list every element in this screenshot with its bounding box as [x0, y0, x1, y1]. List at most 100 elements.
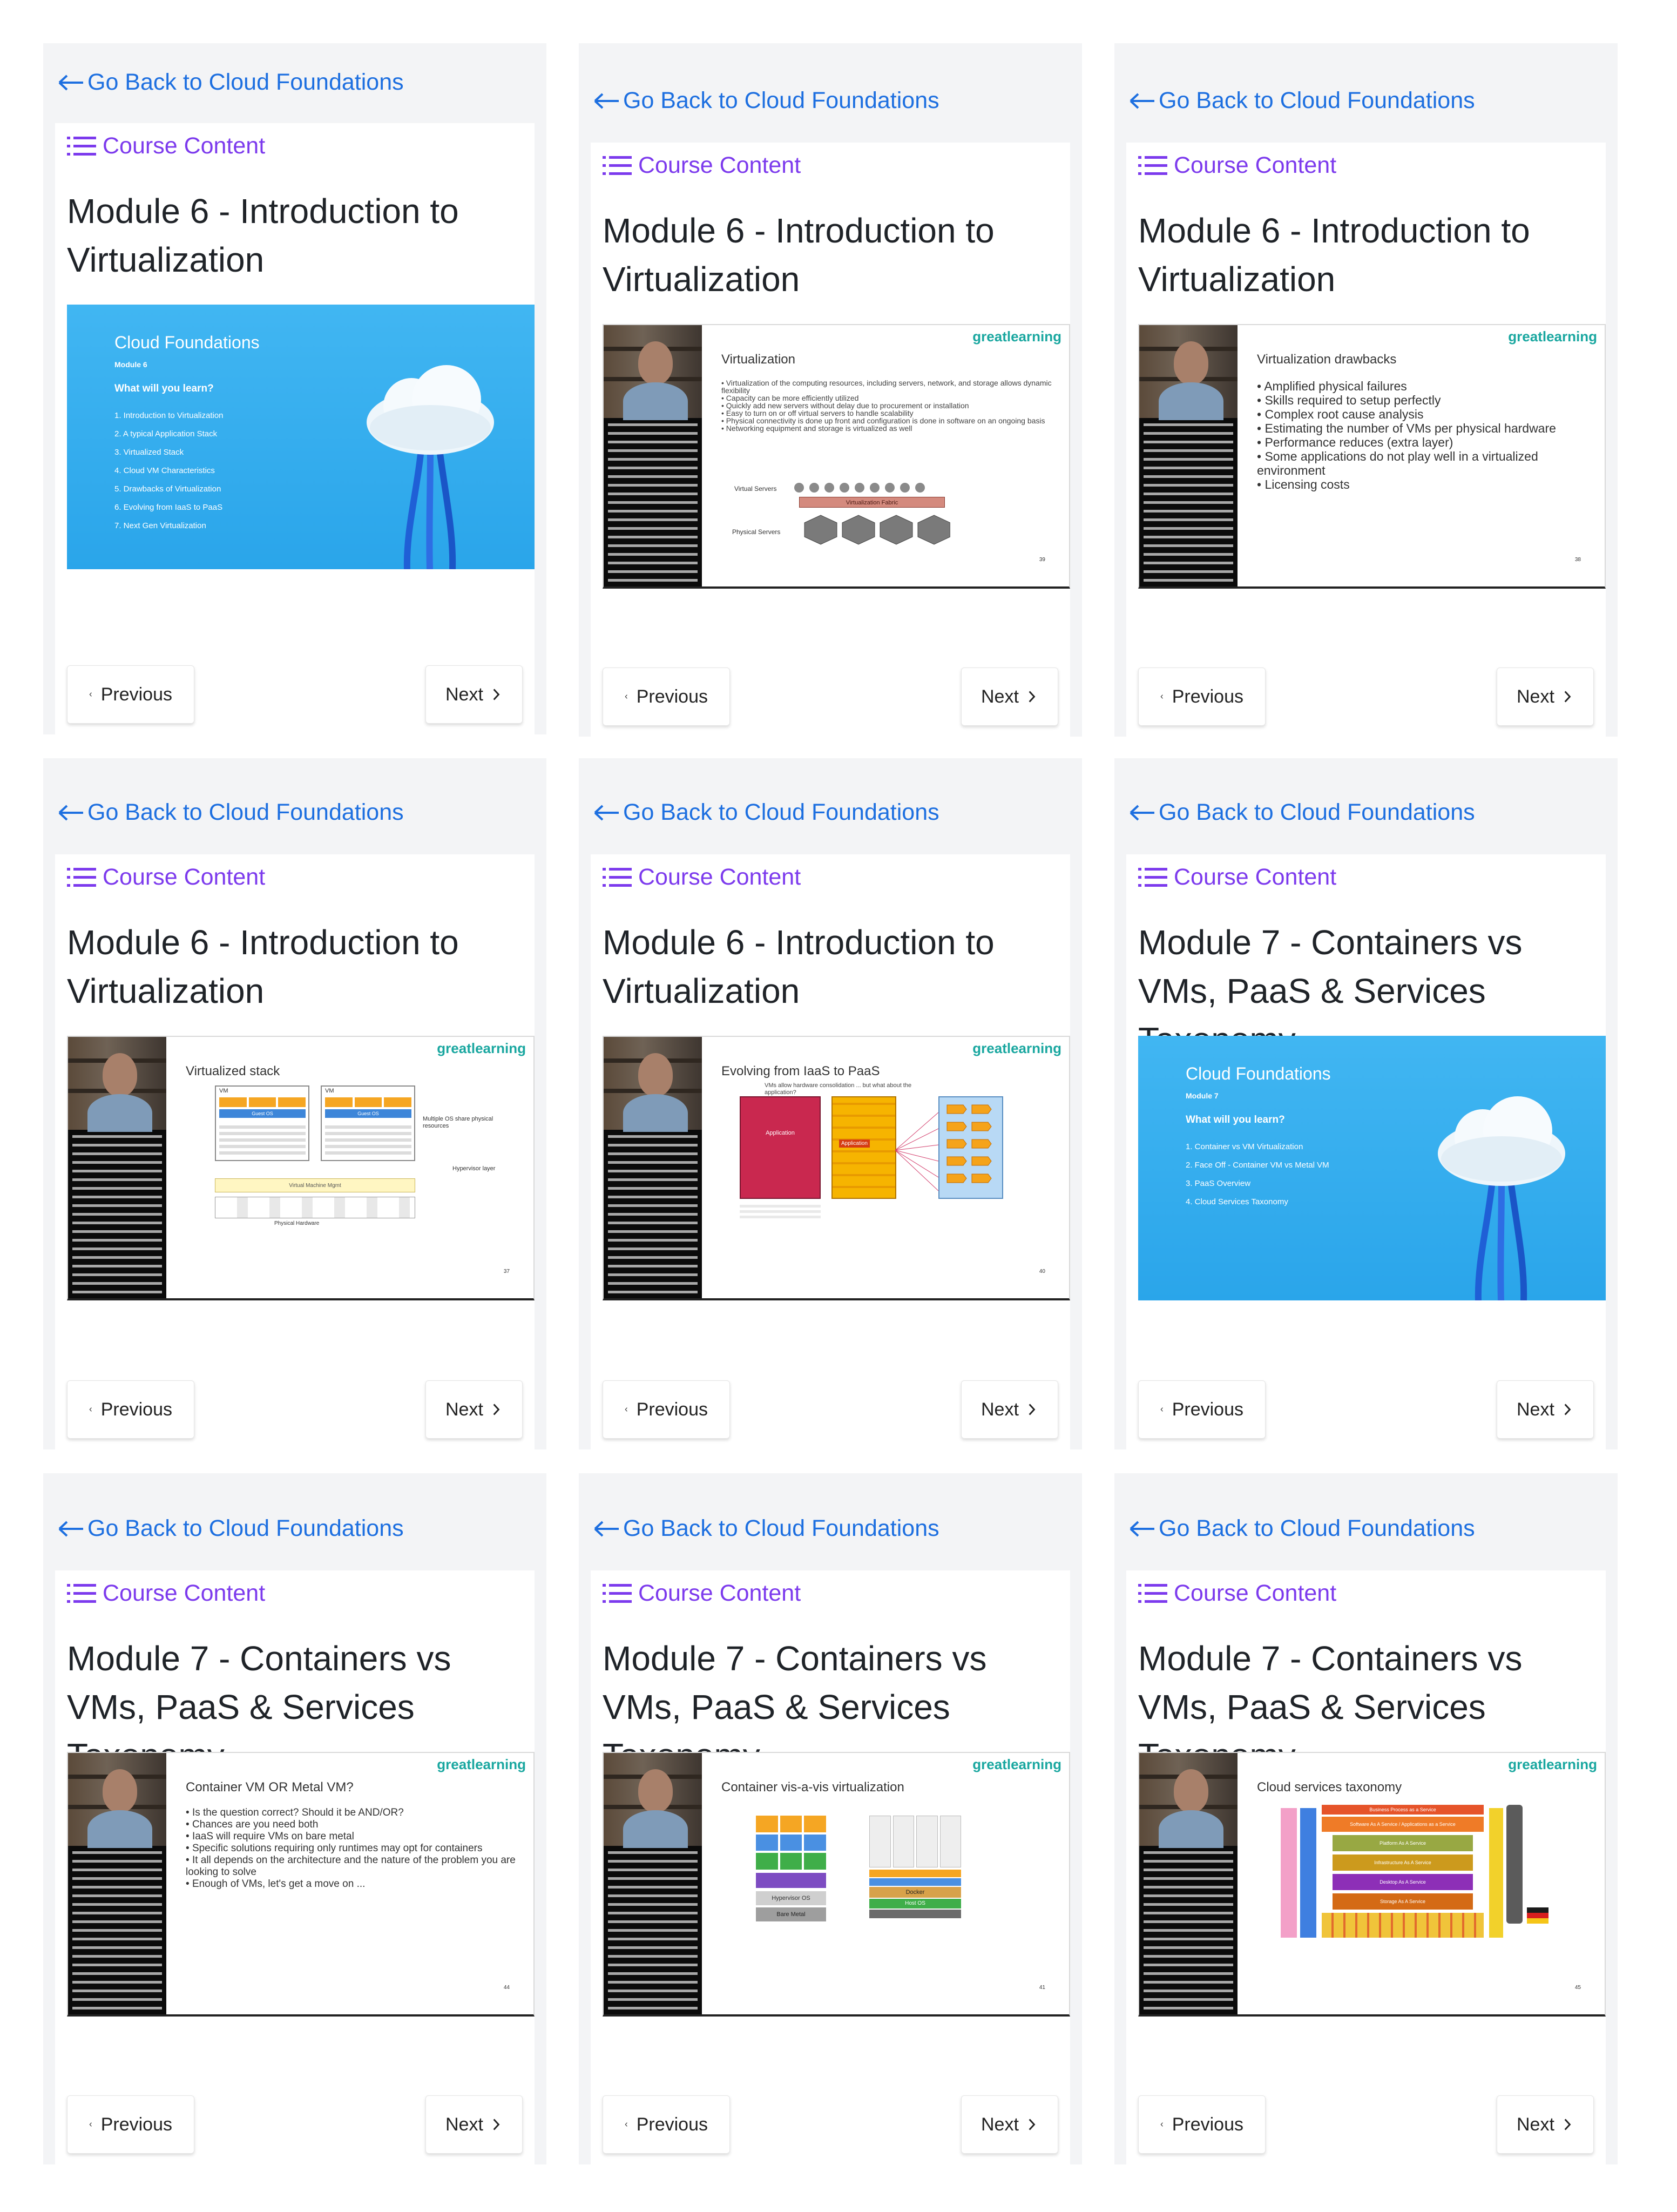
next-button[interactable]: Next: [425, 665, 523, 724]
slide-heading: Container VM OR Metal VM?: [186, 1780, 354, 1795]
previous-button[interactable]: Previous: [603, 1380, 730, 1439]
back-to-course-link[interactable]: Go Back to Cloud Foundations: [1128, 87, 1475, 114]
next-button[interactable]: Next: [961, 667, 1058, 726]
lecture-slide[interactable]: greatlearning Virtualized stack VM Guest…: [67, 1036, 535, 1300]
slide-page-number: 39: [1039, 557, 1045, 563]
course-content-label: Course Content: [1174, 152, 1337, 178]
next-button[interactable]: Next: [1497, 667, 1594, 726]
lesson-panel-4: Go Back to Cloud Foundations Course Cont…: [43, 758, 546, 1449]
slide-heading: Cloud services taxonomy: [1257, 1780, 1402, 1795]
course-content-link[interactable]: Course Content: [67, 864, 265, 891]
lecture-slide[interactable]: greatlearning Container VM OR Metal VM? …: [67, 1752, 535, 2017]
chevron-left-icon: [89, 1407, 92, 1412]
lecture-slide[interactable]: greatlearning Cloud services taxonomy Bu…: [1138, 1752, 1606, 2017]
slide-list-item: 1. Container vs VM Virtualization: [1186, 1142, 1303, 1151]
course-content-link[interactable]: Course Content: [603, 152, 801, 179]
back-to-course-link[interactable]: Go Back to Cloud Foundations: [1128, 799, 1475, 826]
next-button[interactable]: Next: [961, 2095, 1058, 2154]
list-icon: [67, 136, 96, 156]
previous-button[interactable]: Previous: [1138, 667, 1266, 726]
back-to-course-link[interactable]: Go Back to Cloud Foundations: [57, 69, 404, 96]
course-content-link[interactable]: Course Content: [67, 133, 265, 159]
previous-button[interactable]: Previous: [603, 2095, 730, 2154]
slide-heading: Container vis-a-vis virtualization: [721, 1780, 904, 1795]
back-link-label: Go Back to Cloud Foundations: [87, 1515, 404, 1541]
brand-logo: greatlearning: [972, 1756, 1061, 1772]
previous-button[interactable]: Previous: [67, 665, 194, 724]
course-content-label: Course Content: [1174, 864, 1337, 890]
lecture-slide[interactable]: Cloud Foundations Module 7 What will you…: [1138, 1036, 1606, 1300]
previous-button[interactable]: Previous: [1138, 1380, 1266, 1439]
course-content-link[interactable]: Course Content: [603, 1580, 801, 1607]
course-content-link[interactable]: Course Content: [1138, 1580, 1336, 1607]
slide-module: Module 7: [1186, 1091, 1219, 1100]
next-button[interactable]: Next: [1497, 2095, 1594, 2154]
instructor-video: [604, 1753, 702, 2014]
slide-question: What will you learn?: [1186, 1114, 1285, 1125]
course-content-link[interactable]: Course Content: [1138, 152, 1336, 179]
course-content-link[interactable]: Course Content: [603, 864, 801, 891]
module-title: Module 6 - Introduction to Virtualizatio…: [67, 192, 459, 279]
arrow-left-icon: [1130, 1521, 1154, 1536]
slide-bullet: Estimating the number of VMs per physica…: [1257, 421, 1592, 435]
slide-bullet: Physical connectivity is done up front a…: [721, 417, 1056, 424]
chevron-right-icon: [1564, 1404, 1571, 1415]
chevron-left-icon: [1160, 1407, 1163, 1412]
slide-heading: Virtualization: [721, 352, 795, 367]
previous-button[interactable]: Previous: [603, 667, 730, 726]
next-button[interactable]: Next: [425, 2095, 523, 2154]
course-content-label: Course Content: [103, 864, 266, 890]
lesson-panel-3: Go Back to Cloud Foundations Course Cont…: [1114, 43, 1618, 737]
lesson-panel-7: Go Back to Cloud Foundations Course Cont…: [43, 1473, 546, 2164]
chevron-left-icon: [625, 694, 627, 699]
back-to-course-link[interactable]: Go Back to Cloud Foundations: [57, 799, 404, 826]
next-button[interactable]: Next: [1497, 1380, 1594, 1439]
arrow-left-icon: [594, 93, 619, 109]
module-title: Module 6 - Introduction to Virtualizatio…: [67, 923, 459, 1010]
previous-button[interactable]: Previous: [67, 1380, 194, 1439]
slide-list-item: 4. Cloud VM Characteristics: [114, 466, 215, 475]
lecture-slide[interactable]: greatlearning Evolving from IaaS to PaaS…: [603, 1036, 1070, 1300]
next-label: Next: [445, 684, 483, 705]
previous-button[interactable]: Previous: [67, 2095, 194, 2154]
shared-resources-label: Multiple OS share physical resources: [423, 1116, 493, 1129]
arrow-left-icon: [58, 805, 83, 820]
next-button[interactable]: Next: [961, 1380, 1058, 1439]
back-to-course-link[interactable]: Go Back to Cloud Foundations: [1128, 1515, 1475, 1542]
fabric-bar: Virtualization Fabric: [799, 497, 945, 508]
lecture-slide[interactable]: greatlearning Virtualization drawbacks A…: [1138, 324, 1606, 589]
back-to-course-link[interactable]: Go Back to Cloud Foundations: [593, 87, 939, 114]
cloud-illustration: [1438, 1096, 1565, 1300]
previous-button[interactable]: Previous: [1138, 2095, 1266, 2154]
lecture-slide[interactable]: greatlearning Virtualization Virtualizat…: [603, 324, 1070, 589]
arrow-left-icon: [594, 805, 619, 820]
course-content-label: Course Content: [638, 152, 801, 178]
lecture-slide[interactable]: Cloud Foundations Module 6 What will you…: [67, 305, 535, 569]
next-button[interactable]: Next: [425, 1380, 523, 1439]
physical-servers-label: Physical Servers: [732, 528, 781, 536]
slide-bullet: Chances are you need both: [186, 1819, 520, 1831]
arrow-left-icon: [58, 1521, 83, 1536]
hypervisor-label: Hypervisor layer: [452, 1165, 496, 1172]
cloud-illustration: [367, 365, 494, 569]
module-title: Module 6 - Introduction to Virtualizatio…: [1138, 211, 1530, 299]
back-to-course-link[interactable]: Go Back to Cloud Foundations: [593, 799, 939, 826]
back-to-course-link[interactable]: Go Back to Cloud Foundations: [593, 1515, 939, 1542]
lecture-slide[interactable]: greatlearning Container vis-a-vis virtua…: [603, 1752, 1070, 2017]
course-content-link[interactable]: Course Content: [67, 1580, 265, 1607]
slide-title: Cloud Foundations: [1186, 1064, 1331, 1083]
arrow-left-icon: [58, 75, 83, 90]
brand-logo: greatlearning: [437, 1756, 526, 1772]
slide-list-item: 7. Next Gen Virtualization: [114, 521, 206, 530]
back-link-label: Go Back to Cloud Foundations: [623, 87, 939, 113]
chevron-left-icon: [89, 692, 92, 697]
services-taxonomy-diagram: Business Process as a Service Software A…: [1281, 1805, 1583, 1967]
machine-mgmt-label: Virtual Machine Mgmt: [215, 1178, 415, 1192]
course-content-link[interactable]: Course Content: [1138, 864, 1336, 891]
back-to-course-link[interactable]: Go Back to Cloud Foundations: [57, 1515, 404, 1542]
slide-subheading: VMs allow hardware consolidation ... but…: [765, 1082, 912, 1096]
chevron-right-icon: [1564, 2119, 1571, 2130]
slide-page-number: 41: [1039, 1985, 1045, 1991]
vm-label: VM: [325, 1088, 334, 1094]
lesson-card: Course Content Module 6 - Introduction t…: [591, 854, 1070, 1449]
